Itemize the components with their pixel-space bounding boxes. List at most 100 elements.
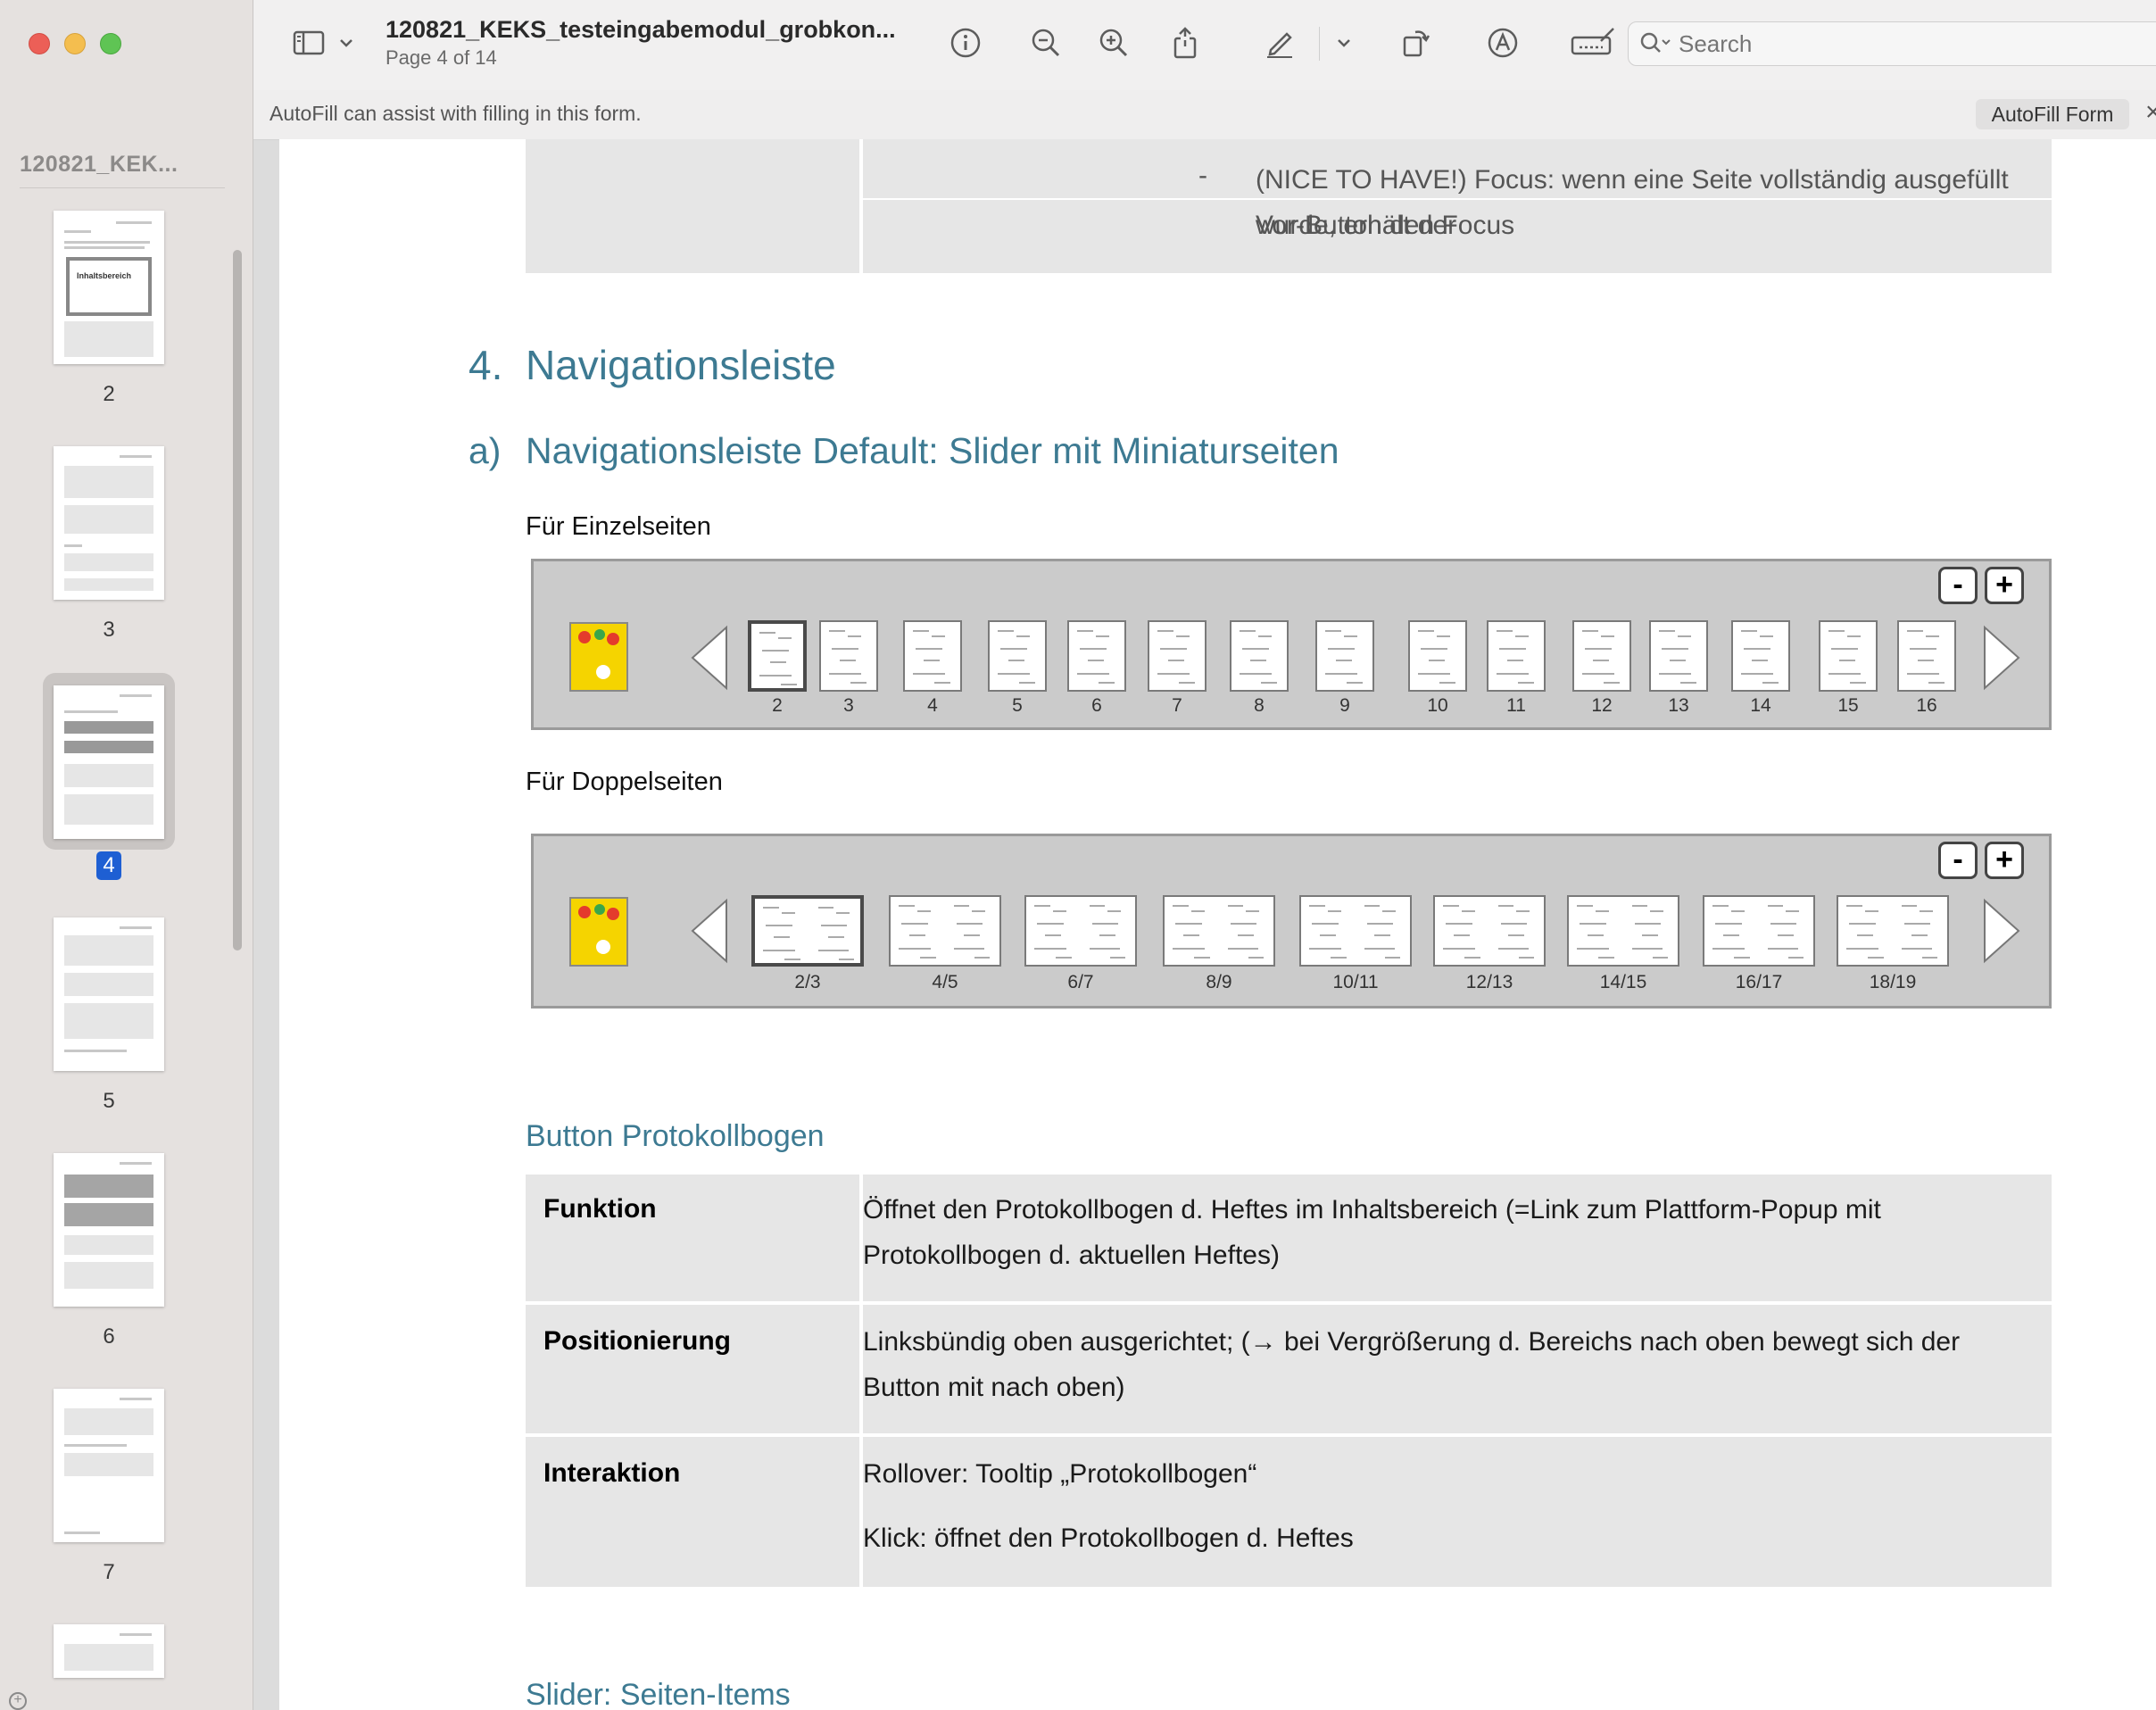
markup-pen-icon[interactable] (1262, 25, 1298, 61)
page-thumbnail-image (54, 1389, 164, 1542)
zoom-plus-button[interactable]: + (1985, 842, 2024, 879)
slider-next-arrow-icon[interactable] (1979, 897, 2024, 965)
minimize-window-button[interactable] (64, 33, 86, 54)
thumbnail-label: 5 (103, 1089, 115, 1113)
requirements-table-fragment: - (NICE TO HAVE!) Focus: wenn eine Seite… (526, 139, 2052, 273)
slider-page-item[interactable] (819, 620, 878, 692)
slider-page-item[interactable] (1572, 620, 1631, 692)
slider-page-item[interactable] (1148, 620, 1207, 692)
zoom-window-button[interactable] (100, 33, 121, 54)
slider-page-number: 2 (772, 695, 783, 716)
subheading-number: a) (469, 430, 502, 471)
close-icon[interactable]: × (2145, 97, 2156, 128)
zoom-out-icon[interactable] (1028, 25, 1064, 61)
slider-page-item[interactable] (1315, 620, 1374, 692)
form-fill-icon[interactable] (1569, 25, 1617, 61)
slider-page-number: 12/13 (1465, 972, 1513, 992)
row-text-funktion-1: Öffnet den Protokollbogen d. Heftes im I… (863, 1195, 1881, 1224)
slider-page-item[interactable] (1067, 620, 1126, 692)
annotate-icon[interactable] (1485, 25, 1521, 61)
slider-page-number: 16/17 (1735, 972, 1783, 992)
slider-page-item[interactable] (1408, 620, 1467, 692)
heading-number: 4. (469, 342, 503, 388)
slider-page-number: 4/5 (932, 972, 958, 992)
slider-double-page-item[interactable] (889, 895, 1001, 967)
cover-thumbnail[interactable] (569, 622, 628, 692)
share-icon[interactable] (1167, 25, 1203, 61)
slider-double-page-item[interactable] (1837, 895, 1949, 967)
slider-page-item[interactable] (1731, 620, 1790, 692)
slider-page-item[interactable] (748, 620, 807, 692)
sidebar-document-title: 120821_KEK... (20, 152, 178, 177)
toolbar: 120821_KEKS_testeingabemodul_grobkon... … (253, 0, 2156, 91)
document-title: 120821_KEKS_testeingabemodul_grobkon... (386, 16, 896, 43)
slider-page-number: 10/11 (1332, 972, 1379, 992)
row-label-funktion: Funktion (543, 1194, 657, 1224)
slider-page-item[interactable] (903, 620, 962, 692)
slider-double-page-item[interactable] (1299, 895, 1412, 967)
row-text-positionierung-2: Button mit nach oben) (863, 1373, 1125, 1402)
navigation-slider-double: - + 2/3 4/5 6/7 8/9 10/11 12/13 14/15 16/17 18/1… (531, 834, 2052, 1009)
slider-page-number: 5 (1012, 695, 1023, 716)
slider-page-number: 16 (1916, 695, 1937, 716)
thumbnail-sidebar: 120821_KEK... Inhaltsbereich 2 3 4 5 6 7… (0, 0, 253, 1710)
page-thumbnail-image (54, 685, 164, 839)
thumbnail-label: 7 (103, 1560, 115, 1584)
cover-thumbnail[interactable] (569, 897, 628, 967)
slider-page-number: 9 (1339, 695, 1350, 716)
slider-page-number: 6/7 (1067, 972, 1094, 992)
slider-page-number: 8/9 (1206, 972, 1232, 992)
info-icon[interactable] (948, 25, 983, 61)
zoom-minus-button[interactable]: - (1938, 567, 1978, 604)
slider-double-page-item[interactable] (751, 895, 864, 967)
page-thumbnail-image: Inhaltsbereich (54, 211, 164, 364)
zoom-plus-button[interactable]: + (1985, 567, 2024, 604)
slider-page-item[interactable] (988, 620, 1047, 692)
slider-double-page-item[interactable] (1703, 895, 1815, 967)
table-label-cell (526, 139, 859, 273)
caption-einzelseiten: Für Einzelseiten (526, 512, 711, 541)
search-field[interactable] (1628, 21, 2156, 66)
slider-double-page-item[interactable] (1024, 895, 1137, 967)
page-thumbnail-image (54, 1153, 164, 1307)
document-page: - (NICE TO HAVE!) Focus: wenn eine Seite… (279, 139, 2156, 1710)
zoom-minus-button[interactable]: - (1938, 842, 1978, 879)
slider-page-item[interactable] (1897, 620, 1956, 692)
slider-page-number: 3 (843, 695, 854, 716)
toolbar-separator (1319, 27, 1320, 61)
slider-page-number: 2/3 (794, 972, 821, 992)
markup-options-chevron-icon[interactable] (1333, 25, 1355, 61)
close-window-button[interactable] (29, 33, 50, 54)
slider-double-page-item[interactable] (1433, 895, 1546, 967)
zoom-in-icon[interactable] (1096, 25, 1132, 61)
sidebar-scrollbar[interactable] (233, 250, 242, 950)
slider-page-item[interactable] (1819, 620, 1878, 692)
list-bullet: - (1198, 161, 1207, 190)
slider-page-number: 15 (1837, 695, 1859, 716)
page-thumbnail-image (54, 446, 164, 600)
slider-page-item[interactable] (1649, 620, 1708, 692)
bullet-text-line-2: Vor-Button den Focus (1256, 211, 1515, 240)
slider-page-number: 11 (1506, 695, 1526, 716)
slider-double-page-item[interactable] (1567, 895, 1679, 967)
add-page-icon[interactable]: + (9, 1692, 27, 1710)
slider-page-number: 12 (1591, 695, 1613, 716)
chevron-down-icon[interactable] (336, 25, 357, 61)
slider-double-page-item[interactable] (1163, 895, 1275, 967)
rotate-icon[interactable] (1397, 25, 1433, 61)
search-input[interactable] (1679, 29, 2156, 58)
slider-next-arrow-icon[interactable] (1979, 624, 2024, 692)
slider-page-item[interactable] (1230, 620, 1289, 692)
autofill-form-button[interactable]: AutoFill Form (1976, 99, 2129, 129)
row-text-funktion-2: Protokollbogen d. aktuellen Heftes) (863, 1241, 1280, 1270)
row-text-positionierung-1: Linksbündig oben ausgerichtet; (→ bei Ve… (863, 1327, 1961, 1357)
caption-doppelseiten: Für Doppelseiten (526, 768, 723, 796)
slider-prev-arrow-icon[interactable] (687, 624, 732, 692)
slider-page-number: 18/19 (1869, 972, 1917, 992)
slider-page-item[interactable] (1487, 620, 1546, 692)
sidebar-toggle-icon[interactable] (291, 25, 327, 61)
section-heading-button-protokollbogen: Button Protokollbogen (526, 1119, 825, 1153)
slider-prev-arrow-icon[interactable] (687, 897, 732, 965)
subheading-slider: Navigationsleiste Default: Slider mit Mi… (526, 430, 1339, 471)
autofill-bar: AutoFill can assist with filling in this… (253, 90, 2156, 140)
